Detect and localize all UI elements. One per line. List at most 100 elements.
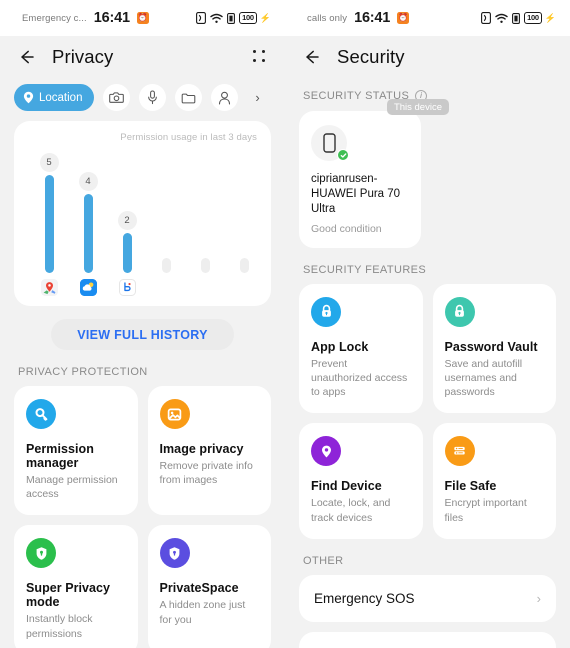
permission-usage-chart-card: Permission usage in last 3 days 5 4 2: [14, 121, 271, 306]
security-features-section-title: SECURITY FEATURES: [303, 263, 427, 276]
chips-next-chevron-icon[interactable]: ›: [247, 84, 267, 111]
dot: [262, 59, 265, 62]
grid-menu-icon[interactable]: [251, 48, 269, 66]
row-right-group: ›: [537, 592, 541, 605]
chart-bar-0: 5: [34, 149, 64, 296]
chip-camera[interactable]: [103, 84, 131, 111]
status-bar-left-group: Emergency c... 16:41 ⏰: [22, 10, 149, 26]
vault-lock-icon: [444, 296, 475, 327]
location-pin-icon: [23, 91, 34, 104]
card-password-vault[interactable]: Password Vault Save and autofill usernam…: [432, 283, 556, 414]
check-badge-icon: [337, 149, 349, 161]
clock-label: 16:41: [354, 10, 391, 26]
carrier-label: calls only: [307, 12, 348, 24]
app-icon-weather: [79, 279, 97, 296]
chart-bar-1: 4: [73, 149, 103, 296]
chart-plot-area: 5 4 2: [32, 149, 257, 296]
battery-percent-label: 100: [524, 11, 542, 25]
row-emergency-sos[interactable]: Emergency SOS ›: [299, 574, 556, 622]
chip-contacts[interactable]: [211, 84, 239, 111]
row-sim-pin[interactable]: SIM PIN ›: [299, 631, 556, 648]
back-button[interactable]: [301, 47, 321, 67]
alarm-icon: ⏰: [397, 12, 410, 24]
chart-bar-2: 2: [112, 149, 142, 296]
lock-icon: [311, 296, 341, 327]
chip-microphone[interactable]: [139, 84, 167, 111]
card-title: Super Privacy mode: [26, 581, 111, 610]
card-desc: A hidden zone just for you: [159, 599, 246, 626]
nfc-icon: [481, 12, 492, 24]
charging-bolt-icon: ⚡: [259, 12, 271, 23]
bar-stick: [44, 175, 54, 273]
folder-icon: [181, 92, 196, 104]
carrier-label: Emergency c...: [22, 12, 87, 24]
card-title: Password Vault: [444, 339, 538, 354]
bar-stick-placeholder: [161, 258, 171, 273]
map-pin-icon: [311, 436, 341, 467]
back-button[interactable]: [16, 47, 36, 67]
status-bar-right: calls only 16:41 ⏰ 100 ⚡: [285, 0, 570, 36]
security-screen: calls only 16:41 ⏰ 100 ⚡ Security SECURI…: [285, 0, 570, 648]
bar-value-badge: 5: [39, 153, 59, 172]
camera-icon: [109, 91, 125, 104]
clock-label: 16:41: [93, 10, 130, 26]
bar-value-badge: 4: [78, 172, 98, 191]
app-icon-browser: [118, 279, 136, 296]
chip-location[interactable]: Location: [14, 84, 95, 111]
bar-stick-placeholder: [200, 258, 210, 273]
view-full-history-button[interactable]: VIEW FULL HISTORY: [51, 319, 234, 350]
card-title: Image privacy: [159, 442, 244, 456]
shield-lock-icon: [159, 538, 190, 569]
card-title: File Safe: [444, 479, 497, 494]
card-desc: Save and autofill usernames and password…: [444, 357, 523, 399]
bar-stick-placeholder: [239, 258, 249, 273]
shield-keyhole-icon: [26, 538, 56, 569]
device-status-card[interactable]: This device ciprianrusen-HUAWEI Pura 70 …: [299, 99, 449, 248]
card-image-privacy[interactable]: Image privacy Remove private info from i…: [147, 386, 271, 516]
page-title: Security: [337, 46, 405, 67]
battery-percent-label: 100: [239, 11, 257, 25]
card-title: App Lock: [311, 339, 369, 354]
card-super-privacy-mode[interactable]: Super Privacy mode Instantly block permi…: [14, 525, 138, 648]
security-features-cards: App Lock Prevent unauthorized access to …: [285, 283, 570, 539]
nfc-icon: [196, 12, 207, 24]
card-desc: Encrypt important files: [444, 497, 527, 524]
microphone-icon: [147, 90, 158, 105]
card-title: PrivateSpace: [159, 581, 239, 596]
phone-icon: [322, 133, 336, 153]
dot: [262, 50, 265, 53]
signal-icon: [512, 12, 521, 24]
card-privatespace[interactable]: PrivateSpace A hidden zone just for you: [147, 525, 271, 648]
card-app-lock[interactable]: App Lock Prevent unauthorized access to …: [299, 283, 423, 414]
wifi-icon: [210, 13, 223, 24]
privacy-protection-section-title: PRIVACY PROTECTION: [18, 366, 148, 378]
dual-screenshot-container: Emergency c... 16:41 ⏰ 100 ⚡ Privacy Loc…: [0, 0, 570, 648]
card-title: Permission manager: [26, 442, 94, 470]
other-section-title-right: OTHER: [303, 554, 344, 567]
image-icon: [159, 399, 190, 429]
chip-location-label: Location: [39, 91, 83, 104]
bar-stick: [83, 194, 93, 273]
card-desc: Remove private info from images: [159, 460, 253, 487]
chip-files[interactable]: [175, 84, 203, 111]
card-permission-manager[interactable]: Permission manager Manage permission acc…: [14, 386, 138, 516]
status-bar-left: Emergency c... 16:41 ⏰ 100 ⚡: [0, 0, 285, 36]
chart-bar-5-placeholder: [229, 149, 259, 296]
chart-bar-4-placeholder: [190, 149, 220, 296]
card-desc: Manage permission access: [26, 474, 118, 501]
bar-value-badge: 2: [117, 211, 137, 230]
this-device-badge: This device: [386, 99, 449, 115]
card-file-safe[interactable]: File Safe Encrypt important files: [432, 423, 556, 539]
device-name: ciprianrusen-HUAWEI Pura 70 Ultra: [311, 173, 401, 215]
alarm-icon: ⏰: [136, 12, 149, 24]
wifi-icon: [495, 13, 508, 24]
row-label: Emergency SOS: [314, 590, 415, 606]
permission-filter-chips: Location ›: [0, 78, 285, 121]
key-icon: [26, 399, 56, 429]
status-bar-right-group: 100 ⚡: [481, 11, 556, 25]
dot: [253, 50, 256, 53]
card-find-device[interactable]: Find Device Locate, lock, and track devi…: [299, 423, 423, 539]
view-history-row: VIEW FULL HISTORY: [0, 319, 285, 350]
app-bar-privacy: Privacy: [0, 36, 285, 78]
charging-bolt-icon: ⚡: [544, 12, 556, 23]
